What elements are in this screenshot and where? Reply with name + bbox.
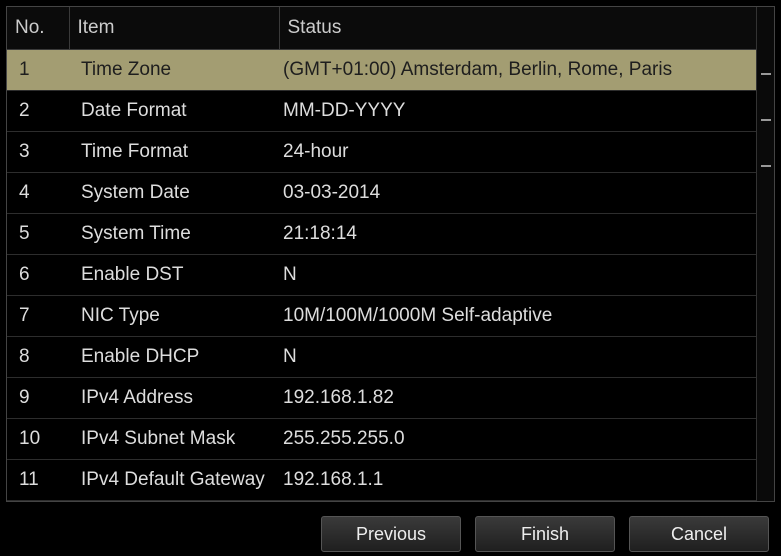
settings-table: No. Item Status 1Time Zone(GMT+01:00) Am… [7, 7, 756, 501]
cell-item: NIC Type [69, 296, 279, 337]
cell-status: 10M/100M/1000M Self-adaptive [279, 296, 756, 337]
cell-status: 192.168.1.1 [279, 460, 756, 501]
table-row[interactable]: 2Date FormatMM-DD-YYYY [7, 91, 756, 132]
table-row[interactable]: 10IPv4 Subnet Mask255.255.255.0 [7, 419, 756, 460]
button-bar: Previous Finish Cancel [6, 502, 775, 556]
cell-status: N [279, 337, 756, 378]
cell-item: IPv4 Address [69, 378, 279, 419]
cell-no: 2 [7, 91, 69, 132]
vertical-scrollbar[interactable] [756, 7, 774, 501]
scroll-tick-icon [761, 165, 771, 167]
cell-item: Enable DHCP [69, 337, 279, 378]
cell-item: Time Zone [69, 50, 279, 91]
column-header-status[interactable]: Status [279, 7, 756, 50]
cell-status: 192.168.1.82 [279, 378, 756, 419]
cell-item: IPv4 Default Gateway [69, 460, 279, 501]
cell-item: Date Format [69, 91, 279, 132]
cell-status: (GMT+01:00) Amsterdam, Berlin, Rome, Par… [279, 50, 756, 91]
cancel-button[interactable]: Cancel [629, 516, 769, 552]
cell-status: N [279, 255, 756, 296]
table-row[interactable]: 4System Date03-03-2014 [7, 173, 756, 214]
scroll-tick-icon [761, 119, 771, 121]
table-row[interactable]: 6Enable DSTN [7, 255, 756, 296]
cell-no: 5 [7, 214, 69, 255]
table-row[interactable]: 3Time Format24-hour [7, 132, 756, 173]
cell-no: 3 [7, 132, 69, 173]
column-header-item[interactable]: Item [69, 7, 279, 50]
cell-no: 9 [7, 378, 69, 419]
table-row[interactable]: 1Time Zone(GMT+01:00) Amsterdam, Berlin,… [7, 50, 756, 91]
cell-no: 7 [7, 296, 69, 337]
table-row[interactable]: 7NIC Type10M/100M/1000M Self-adaptive [7, 296, 756, 337]
cell-item: Enable DST [69, 255, 279, 296]
table-row[interactable]: 9IPv4 Address192.168.1.82 [7, 378, 756, 419]
cell-no: 11 [7, 460, 69, 501]
table-row[interactable]: 5System Time21:18:14 [7, 214, 756, 255]
table-row[interactable]: 8Enable DHCPN [7, 337, 756, 378]
cell-status: 03-03-2014 [279, 173, 756, 214]
cell-status: 21:18:14 [279, 214, 756, 255]
wizard-panel: No. Item Status 1Time Zone(GMT+01:00) Am… [6, 6, 775, 525]
cell-item: System Time [69, 214, 279, 255]
cell-status: MM-DD-YYYY [279, 91, 756, 132]
scroll-tick-icon [761, 73, 771, 75]
settings-table-container: No. Item Status 1Time Zone(GMT+01:00) Am… [7, 7, 756, 501]
table-area: No. Item Status 1Time Zone(GMT+01:00) Am… [6, 6, 775, 502]
cell-item: System Date [69, 173, 279, 214]
cell-no: 8 [7, 337, 69, 378]
cell-item: IPv4 Subnet Mask [69, 419, 279, 460]
cell-status: 24-hour [279, 132, 756, 173]
cell-no: 10 [7, 419, 69, 460]
cell-no: 1 [7, 50, 69, 91]
cell-no: 6 [7, 255, 69, 296]
cell-no: 4 [7, 173, 69, 214]
column-header-no[interactable]: No. [7, 7, 69, 50]
previous-button[interactable]: Previous [321, 516, 461, 552]
table-row[interactable]: 11IPv4 Default Gateway192.168.1.1 [7, 460, 756, 501]
cell-item: Time Format [69, 132, 279, 173]
cell-status: 255.255.255.0 [279, 419, 756, 460]
finish-button[interactable]: Finish [475, 516, 615, 552]
